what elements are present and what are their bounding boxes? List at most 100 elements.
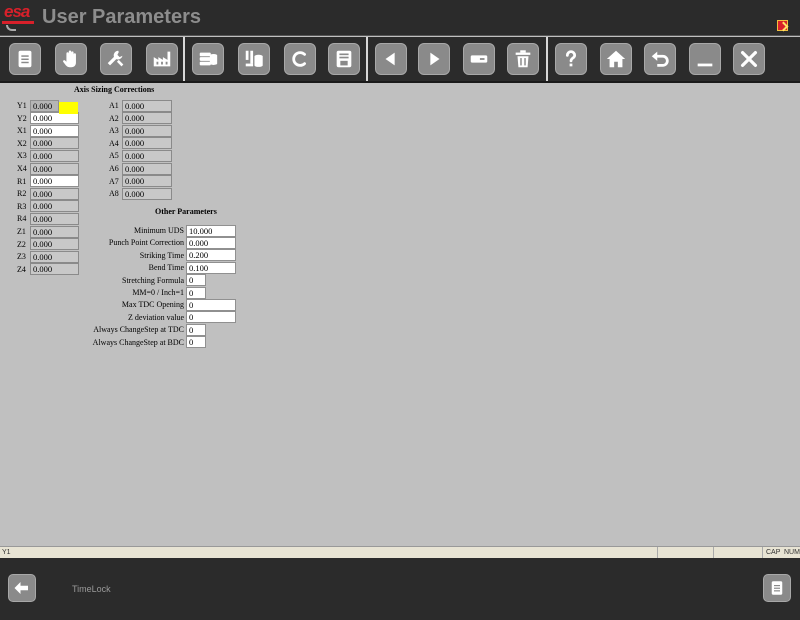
database-edit-button[interactable] [238, 43, 270, 75]
axis-label-y1: Y1 [17, 101, 27, 110]
axis-label-x2: X2 [17, 138, 27, 148]
axis-label-a5: A5 [109, 151, 119, 161]
corner-status-icon[interactable] [777, 20, 788, 31]
logo-text: esa [4, 2, 30, 21]
other-param-field[interactable]: 0 [186, 274, 206, 287]
axis-label-a6: A6 [109, 164, 119, 173]
undo-icon [651, 51, 669, 67]
database-edit-icon [245, 50, 263, 67]
axis-field-x1[interactable]: 0.000 [30, 124, 79, 137]
undo-button[interactable] [644, 43, 676, 75]
other-param-label: Max TDC Opening [121, 300, 184, 310]
delete-button[interactable] [507, 43, 539, 75]
axis-label-z3: Z3 [17, 252, 26, 262]
bottom-bar: TimeLock [0, 558, 800, 620]
axis-field-a6[interactable]: 0.000 [122, 162, 172, 175]
document-icon [771, 581, 783, 595]
status-cap: CAP [762, 547, 780, 558]
arrow-left-icon [385, 52, 395, 66]
axis-field-a2[interactable]: 0.000 [122, 112, 172, 125]
axis-field-a3[interactable]: 0.000 [122, 124, 172, 137]
axis-label-z1: Z1 [17, 227, 26, 236]
axis-label-y2: Y2 [17, 113, 27, 123]
document-icon [18, 50, 32, 68]
axis-field-r1[interactable]: 0.000 [30, 175, 79, 188]
other-param-label: Always ChangeStep at BDC [92, 337, 184, 347]
status-cell-empty [657, 547, 713, 558]
axis-label-a7: A7 [109, 176, 119, 186]
notes-button[interactable] [763, 574, 791, 602]
close-button[interactable] [733, 43, 765, 75]
database-button[interactable] [192, 43, 224, 75]
other-param-field[interactable]: 0 [186, 323, 206, 336]
axis-label-a1: A1 [109, 101, 119, 110]
y1-selection-highlight [59, 102, 78, 114]
other-param-field[interactable]: 0.000 [186, 236, 236, 249]
esa-logo: esa [2, 2, 36, 32]
other-param-field[interactable]: 0.200 [186, 249, 236, 262]
other-param-field[interactable]: 0 [186, 286, 206, 299]
document-button[interactable] [9, 43, 41, 75]
previous-button[interactable] [375, 43, 407, 75]
minimize-icon [697, 63, 713, 67]
hand-icon [63, 50, 76, 68]
other-parameters-heading: Other Parameters [155, 207, 217, 216]
title-bar: esa User Parameters [0, 0, 800, 36]
axis-field-r4[interactable]: 0.000 [30, 212, 79, 225]
arrow-back-icon [14, 582, 28, 594]
other-param-label: Z deviation value [128, 312, 184, 322]
axis-field-y1[interactable]: 0.000 [30, 99, 59, 112]
help-button[interactable] [555, 43, 587, 75]
axis-label-z4: Z4 [17, 264, 26, 274]
save-button[interactable] [328, 43, 360, 75]
machine-button[interactable] [146, 43, 178, 75]
other-param-field[interactable]: 0 [186, 311, 236, 324]
database-stack-icon [199, 52, 218, 66]
c-letter-icon [292, 51, 306, 67]
tools-button[interactable] [100, 43, 132, 75]
axis-field-x4[interactable]: 0.000 [30, 162, 79, 175]
axis-field-a5[interactable]: 0.000 [122, 149, 172, 162]
wrench-icon [107, 50, 124, 67]
other-param-field[interactable]: 0 [186, 336, 206, 349]
status-cell-empty-2 [713, 547, 755, 558]
axis-label-a4: A4 [109, 138, 119, 148]
other-param-field[interactable]: 0 [186, 298, 236, 311]
other-param-label: Punch Point Correction [108, 238, 184, 248]
axis-label-x3: X3 [17, 151, 27, 161]
other-param-field[interactable]: 0.100 [186, 261, 236, 274]
axis-field-a4[interactable]: 0.000 [122, 137, 172, 150]
window-title: User Parameters [42, 6, 201, 28]
save-icon [336, 50, 352, 68]
close-icon [740, 50, 758, 68]
axis-field-x3[interactable]: 0.000 [30, 149, 79, 162]
axis-label-a2: A2 [109, 113, 119, 123]
field-button[interactable] [463, 43, 495, 75]
toolbar [0, 37, 800, 83]
minus-field-icon [470, 55, 488, 63]
clear-button[interactable] [284, 43, 316, 75]
axis-label-r3: R3 [17, 201, 27, 211]
home-button[interactable] [600, 43, 632, 75]
minimize-button[interactable] [689, 43, 721, 75]
help-icon [565, 50, 577, 67]
other-param-field[interactable]: 10.000 [186, 224, 236, 237]
back-button[interactable] [8, 574, 36, 602]
axis-label-a3: A3 [109, 126, 119, 136]
axis-field-a1[interactable]: 0.000 [122, 99, 172, 112]
axis-field-x2[interactable]: 0.000 [30, 137, 79, 150]
next-button[interactable] [418, 43, 450, 75]
manual-mode-button[interactable] [55, 43, 87, 75]
axis-field-r2[interactable]: 0.000 [30, 187, 79, 200]
trash-icon [515, 50, 531, 68]
other-param-label: Always ChangeStep at TDC [93, 325, 184, 335]
axis-label-x4: X4 [17, 164, 27, 173]
axis-field-a7[interactable]: 0.000 [122, 175, 172, 188]
home-icon [606, 50, 626, 68]
axis-field-a8[interactable]: 0.000 [122, 187, 172, 200]
status-current-field: Y1 [2, 549, 11, 556]
axis-field-r3[interactable]: 0.000 [30, 200, 79, 213]
status-bar: Y1 CAP NUM [0, 546, 800, 558]
status-num: NUM [784, 549, 800, 556]
axis-label-a8: A8 [109, 189, 119, 199]
